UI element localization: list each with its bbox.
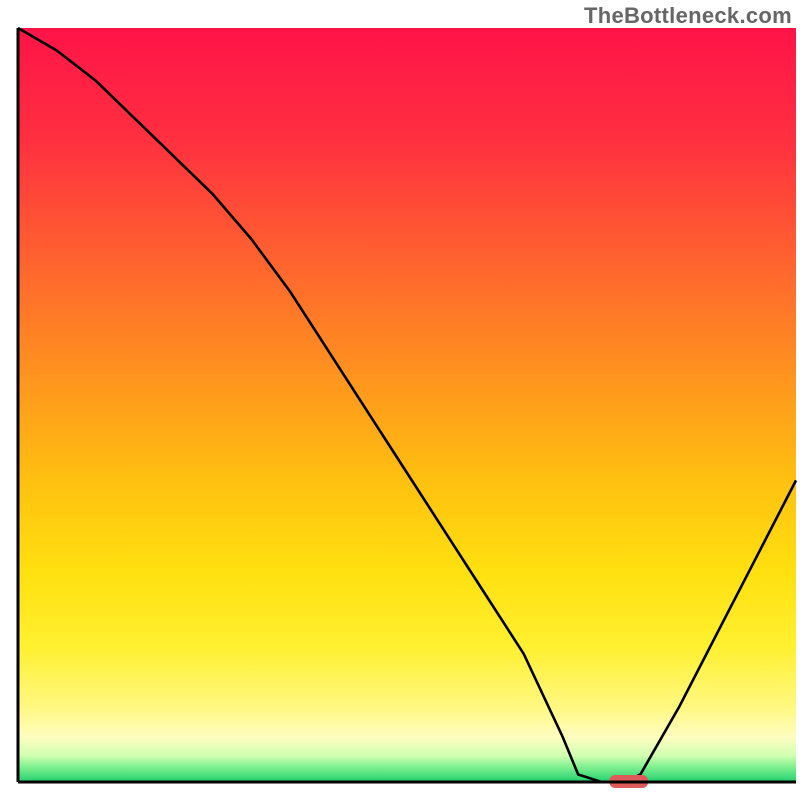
chart-svg: [0, 0, 800, 800]
bottleneck-chart: TheBottleneck.com: [0, 0, 800, 800]
plot-area: [18, 28, 796, 788]
watermark-text: TheBottleneck.com: [584, 3, 792, 29]
gradient-background: [18, 28, 796, 782]
